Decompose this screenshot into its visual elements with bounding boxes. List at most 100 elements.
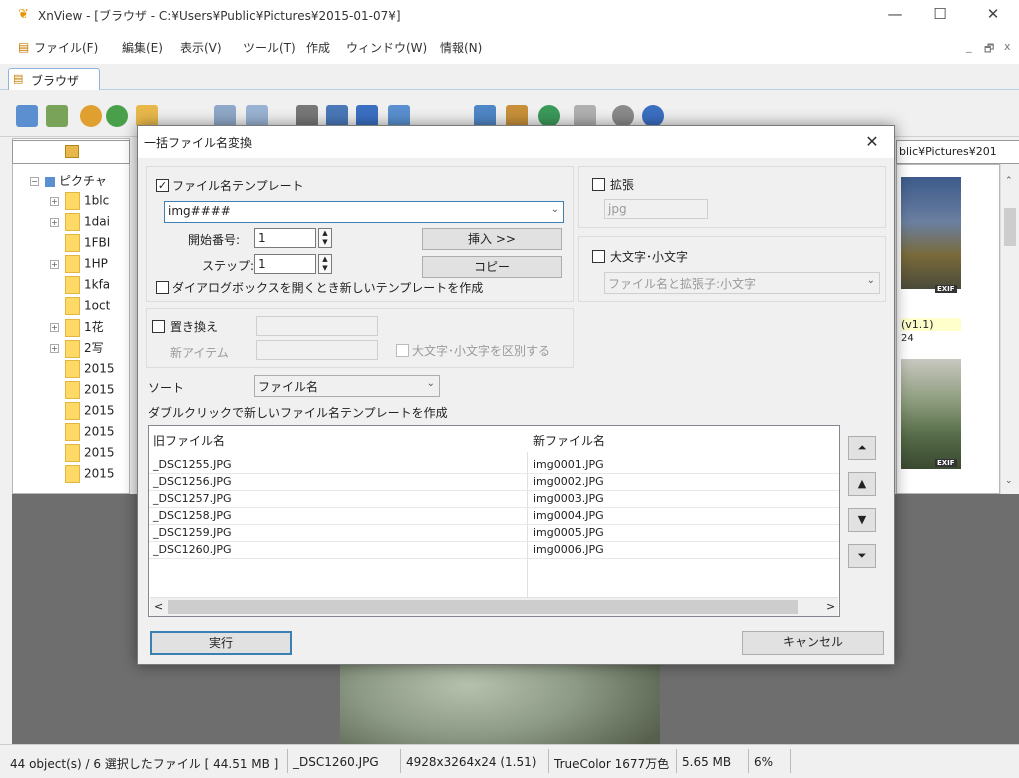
gear-icon[interactable] xyxy=(612,105,634,127)
tree-item[interactable]: 2015 xyxy=(65,402,115,422)
cancel-button[interactable]: キャンセル xyxy=(742,631,884,655)
edit-icon[interactable] xyxy=(506,105,528,127)
case-sensitive-checkbox[interactable] xyxy=(396,344,409,357)
folder-up-icon[interactable] xyxy=(136,105,158,127)
collapse-icon[interactable]: − xyxy=(30,177,39,186)
list-item[interactable]: _DSC1260.JPG img0006.JPG xyxy=(149,541,839,558)
thumbnail[interactable]: EXIF xyxy=(901,177,961,293)
copy-icon[interactable] xyxy=(214,105,236,127)
move-up-button[interactable]: ▲ xyxy=(848,472,876,496)
rename-preview-list[interactable]: 旧ファイル名 新ファイル名 _DSC1255.JPG img0001.JPG _… xyxy=(148,425,840,617)
menu-info[interactable]: 情報(N) xyxy=(440,39,482,56)
column-old-name[interactable]: 旧ファイル名 xyxy=(153,432,225,449)
expand-icon[interactable]: + xyxy=(50,344,59,353)
path-combo[interactable]: blic¥Pictures¥201 xyxy=(896,140,1019,164)
tree-item[interactable]: 2015 xyxy=(65,423,115,443)
tree-item[interactable]: +1花 xyxy=(50,318,104,338)
mdi-close-button[interactable]: x xyxy=(1004,40,1011,53)
batch-icon[interactable] xyxy=(388,105,410,127)
web-icon[interactable] xyxy=(538,105,560,127)
extension-input[interactable]: jpg xyxy=(604,199,708,219)
maximize-button[interactable]: ☐ xyxy=(925,3,955,25)
view-icon[interactable] xyxy=(474,105,496,127)
insert-button[interactable]: 挿入 >> xyxy=(422,228,562,250)
mdi-minimize-button[interactable]: _ xyxy=(966,40,972,53)
close-button[interactable]: ✕ xyxy=(978,3,1008,25)
chevron-down-icon[interactable]: ⌄ xyxy=(427,378,435,389)
tree-item[interactable]: +1HP xyxy=(50,255,108,275)
run-button[interactable]: 実行 xyxy=(150,631,292,655)
slideshow-icon[interactable] xyxy=(106,105,128,127)
tree-item[interactable]: +2写 xyxy=(50,339,104,359)
menu-window[interactable]: ウィンドウ(W) xyxy=(346,39,427,56)
tree-item[interactable]: 1oct xyxy=(65,297,110,317)
move-icon[interactable] xyxy=(246,105,268,127)
tree-item[interactable]: 2015 xyxy=(65,360,115,380)
expand-icon[interactable]: + xyxy=(50,259,59,269)
new-template-checkbox[interactable] xyxy=(156,281,169,294)
menu-create[interactable]: 作成 xyxy=(306,39,330,56)
thumbnail[interactable]: EXIF xyxy=(901,359,961,469)
scan-icon[interactable] xyxy=(356,105,378,127)
list-item[interactable]: _DSC1255.JPG img0001.JPG xyxy=(149,456,839,473)
search-icon[interactable] xyxy=(296,105,318,127)
column-new-name[interactable]: 新ファイル名 xyxy=(533,432,605,449)
extension-checkbox[interactable] xyxy=(592,178,605,191)
scroll-left-icon[interactable]: < xyxy=(154,600,163,613)
mdi-restore-button[interactable]: 🗗 xyxy=(984,40,994,59)
step-spinner[interactable]: ▲ ▼ xyxy=(318,254,332,274)
replace-new-input[interactable] xyxy=(256,340,378,360)
tree-item[interactable]: +1dai xyxy=(50,213,110,233)
tree-item[interactable]: 1kfa xyxy=(65,276,110,296)
dialog-close-button[interactable]: ✕ xyxy=(858,130,886,154)
sort-select[interactable]: ファイル名 ⌄ xyxy=(254,375,440,397)
step-input[interactable]: 1 xyxy=(254,254,316,274)
start-number-spinner[interactable]: ▲ ▼ xyxy=(318,228,332,248)
move-bottom-button[interactable]: ⏷ xyxy=(848,544,876,568)
menu-view[interactable]: 表示(V) xyxy=(180,39,222,56)
template-checkbox[interactable]: ✓ xyxy=(156,179,169,192)
tree-item[interactable]: 2015 xyxy=(65,465,115,485)
move-down-button[interactable]: ▼ xyxy=(848,508,876,532)
scroll-thumb[interactable] xyxy=(168,600,798,614)
menu-file[interactable]: ファイル(F) xyxy=(34,39,98,56)
scroll-thumb[interactable] xyxy=(1004,208,1016,246)
info-icon[interactable] xyxy=(642,105,664,127)
scroll-up-icon[interactable]: ⌃ xyxy=(1005,176,1013,186)
tree-item[interactable]: 1FBI xyxy=(65,234,110,254)
chevron-down-icon[interactable]: ⌄ xyxy=(867,275,875,286)
folder-combo[interactable] xyxy=(12,140,130,164)
tree-root[interactable]: − ピクチャ xyxy=(30,172,107,192)
fullscreen-icon[interactable] xyxy=(46,105,68,127)
template-input[interactable]: img#### ⌄ xyxy=(164,201,564,223)
replace-find-input[interactable] xyxy=(256,316,378,336)
print-icon[interactable] xyxy=(326,105,348,127)
tree-item[interactable]: +1blc xyxy=(50,192,109,212)
tree-item[interactable]: 2015 xyxy=(65,381,115,401)
scroll-right-icon[interactable]: > xyxy=(826,600,835,613)
refresh-icon[interactable] xyxy=(80,105,102,127)
menu-tools[interactable]: ツール(T) xyxy=(243,39,296,56)
expand-icon[interactable]: + xyxy=(50,217,59,227)
move-top-button[interactable]: ⏶ xyxy=(848,436,876,460)
chevron-down-icon[interactable]: ⌄ xyxy=(551,204,559,215)
copy-button[interactable]: コピー xyxy=(422,256,562,278)
case-select[interactable]: ファイル名と拡張子:小文字 ⌄ xyxy=(604,272,880,294)
replace-checkbox[interactable] xyxy=(152,320,165,333)
list-item[interactable]: _DSC1258.JPG img0004.JPG xyxy=(149,507,839,524)
tab-browser[interactable]: ▤ ブラウザ xyxy=(8,68,100,90)
minimize-button[interactable]: — xyxy=(880,3,910,25)
case-checkbox[interactable] xyxy=(592,250,605,263)
menu-edit[interactable]: 編集(E) xyxy=(122,39,163,56)
thumbnail-pane[interactable]: EXIF (v1.1) 24 EXIF xyxy=(896,164,1000,494)
thumbnail-scrollbar[interactable]: ⌃ ⌄ xyxy=(1000,164,1018,494)
list-item[interactable]: _DSC1256.JPG img0002.JPG xyxy=(149,473,839,490)
open-icon[interactable] xyxy=(16,105,38,127)
scroll-down-icon[interactable]: ⌄ xyxy=(1005,476,1013,486)
list-item[interactable]: _DSC1257.JPG img0003.JPG xyxy=(149,490,839,507)
tree-item[interactable]: 2015 xyxy=(65,444,115,464)
list-item[interactable]: _DSC1259.JPG img0005.JPG xyxy=(149,524,839,541)
expand-icon[interactable]: + xyxy=(50,196,59,206)
capture-icon[interactable] xyxy=(574,105,596,127)
start-number-input[interactable]: 1 xyxy=(254,228,316,248)
